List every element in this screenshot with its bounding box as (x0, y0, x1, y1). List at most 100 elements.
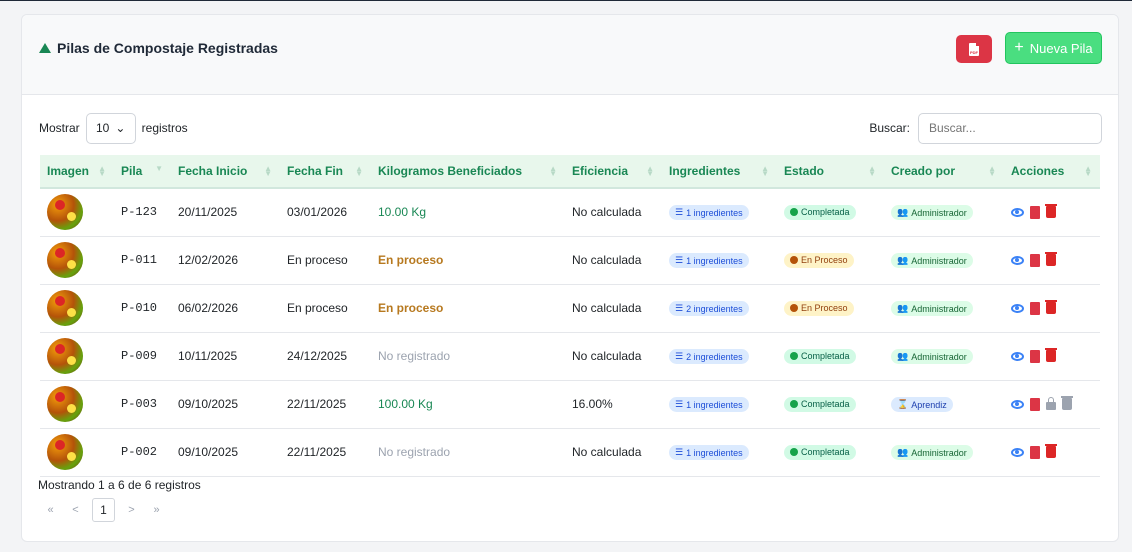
show-label: Mostrar (39, 121, 80, 135)
status-badge: Completada (784, 444, 856, 460)
cell-fecha-inicio: 10/11/2025 (171, 332, 280, 381)
file-pdf-icon[interactable] (1030, 301, 1040, 315)
cell-fecha-fin: 22/11/2025 (280, 380, 371, 429)
users-icon: 👥 (897, 255, 909, 265)
cell-fecha-inicio: 09/10/2025 (171, 428, 280, 477)
pile-image[interactable] (47, 194, 83, 231)
trash-icon[interactable] (1045, 300, 1057, 314)
column-header-acciones: Acciones ▲ ▼ (1004, 155, 1100, 189)
pile-image[interactable] (47, 242, 83, 278)
column-header-ingredientes[interactable]: Ingredientes ▲ ▼ (662, 155, 777, 189)
new-pile-button[interactable]: + Nueva Pila (1005, 32, 1102, 64)
next-page-button[interactable]: > (119, 504, 144, 516)
table-row: P-010 06/02/2026 En proceso En proceso N… (40, 284, 1100, 333)
status-badge: En Proceso (784, 300, 854, 316)
cell-estado: Completada (777, 380, 884, 429)
users-icon: 👥 (897, 207, 909, 218)
column-header-estado[interactable]: Estado ▲ ▼ (777, 155, 884, 189)
cell-eficiencia: No calculada (565, 236, 662, 285)
pile-image[interactable] (47, 290, 83, 326)
file-pdf-icon[interactable] (1030, 253, 1040, 267)
table-info: Mostrando 1 a 6 de 6 registros (38, 478, 201, 492)
cell-kilogramos: En proceso (371, 236, 565, 285)
export-pdf-button[interactable]: PDF (956, 35, 992, 63)
creator-badge: 👥 Administrador (891, 349, 973, 364)
cell-creado-por: 👥 Administrador (884, 236, 1004, 285)
column-header-kilogramos[interactable]: Kilogramos Beneficiados ▲ ▼ (371, 155, 565, 189)
prev-page-button[interactable]: < (63, 504, 88, 516)
page-title-text: Pilas de Compostaje Registradas (57, 40, 278, 56)
table-body: P-123 20/11/2025 03/01/2026 10.00 Kg No … (40, 188, 1100, 477)
table-row: P-011 12/02/2026 En proceso En proceso N… (40, 236, 1100, 285)
cell-ingredientes: ☰ 2 ingredientes (662, 284, 777, 333)
view-icon[interactable] (1011, 399, 1024, 409)
table-row: P-009 10/11/2025 24/12/2025 No registrad… (40, 332, 1100, 381)
users-icon: 👥 (897, 303, 909, 313)
cell-image (40, 188, 114, 237)
view-icon[interactable] (1011, 255, 1024, 265)
cell-pila: P-009 (114, 332, 171, 381)
page-length-value: 10 (95, 121, 110, 135)
cell-pila: P-002 (114, 428, 171, 477)
cell-acciones (1004, 236, 1100, 285)
top-border (0, 0, 1132, 1)
file-pdf-icon[interactable] (1030, 445, 1040, 459)
cell-kilogramos: 10.00 Kg (371, 188, 565, 237)
view-icon[interactable] (1011, 351, 1024, 361)
cell-estado: En Proceso (777, 236, 884, 285)
column-header-eficiencia[interactable]: Eficiencia ▲ ▼ (565, 155, 662, 189)
trash-icon[interactable] (1045, 348, 1057, 362)
pile-image[interactable] (47, 338, 83, 374)
trash-icon[interactable] (1045, 252, 1057, 266)
list-icon: ☰ (675, 351, 684, 361)
ingredients-badge[interactable]: ☰ 1 ingredientes (669, 253, 749, 268)
cell-fecha-fin: En proceso (280, 236, 371, 285)
check-circle-icon (790, 400, 798, 408)
cell-eficiencia: 16.00% (565, 380, 662, 429)
search-label: Buscar: (869, 121, 910, 135)
cell-fecha-fin: 24/12/2025 (280, 332, 371, 381)
column-header-fecha-fin[interactable]: Fecha Fin ▲ ▼ (280, 155, 371, 189)
pile-image[interactable] (47, 386, 83, 422)
ingredients-badge[interactable]: ☰ 2 ingredientes (669, 349, 749, 364)
first-page-button[interactable]: « (38, 504, 63, 516)
cell-acciones (1004, 380, 1100, 429)
status-badge: En Proceso (784, 252, 854, 268)
search-input[interactable] (918, 112, 1102, 144)
view-icon[interactable] (1011, 303, 1024, 313)
cell-kilogramos: 100.00 Kg (371, 380, 565, 429)
column-header-pila[interactable]: Pila ▼ (114, 155, 171, 189)
compost-piles-table: Imagen ▲ ▼ Pila ▼ Fecha Inicio ▲ ▼ Fecha Fin ▲… (40, 155, 1100, 477)
users-icon: 👥 (897, 351, 909, 361)
cell-fecha-fin: En proceso (280, 284, 371, 333)
file-pdf-icon[interactable] (1030, 349, 1040, 363)
list-icon: ☰ (675, 207, 684, 218)
check-circle-icon (790, 208, 798, 217)
cell-fecha-inicio: 12/02/2026 (171, 236, 280, 285)
ingredients-badge[interactable]: ☰ 1 ingredientes (669, 445, 749, 460)
ingredients-badge[interactable]: ☰ 1 ingredientes (669, 397, 749, 412)
file-pdf-icon[interactable] (1030, 205, 1040, 219)
table-row: P-003 09/10/2025 22/11/2025 100.00 Kg 16… (40, 380, 1100, 429)
column-header-creado-por[interactable]: Creado por ▲ ▼ (884, 155, 1004, 189)
trash-icon[interactable] (1045, 444, 1057, 458)
hourglass-icon: ⌛ (897, 399, 909, 409)
creator-badge: ⌛ Aprendiz (891, 397, 953, 412)
last-page-button[interactable]: » (144, 504, 169, 516)
page-length-select[interactable]: 10 ⌄ (85, 112, 136, 144)
file-pdf-icon[interactable] (1030, 397, 1040, 411)
cell-fecha-inicio: 20/11/2025 (171, 188, 280, 237)
cell-image (40, 284, 114, 333)
view-icon[interactable] (1011, 207, 1024, 217)
column-header-imagen[interactable]: Imagen ▲ ▼ (40, 155, 114, 189)
ingredients-badge[interactable]: ☰ 2 ingredientes (669, 301, 749, 316)
view-icon[interactable] (1011, 447, 1024, 457)
check-circle-icon (790, 448, 798, 456)
trash-icon[interactable] (1045, 204, 1057, 219)
ingredients-badge[interactable]: ☰ 1 ingredientes (669, 205, 749, 221)
column-header-fecha-inicio[interactable]: Fecha Inicio ▲ ▼ (171, 155, 280, 189)
pile-image[interactable] (47, 434, 83, 470)
page-1-button[interactable]: 1 (92, 498, 115, 522)
status-badge: Completada (784, 348, 856, 364)
card-header: Pilas de Compostaje Registradas PDF + Nu… (22, 15, 1118, 95)
